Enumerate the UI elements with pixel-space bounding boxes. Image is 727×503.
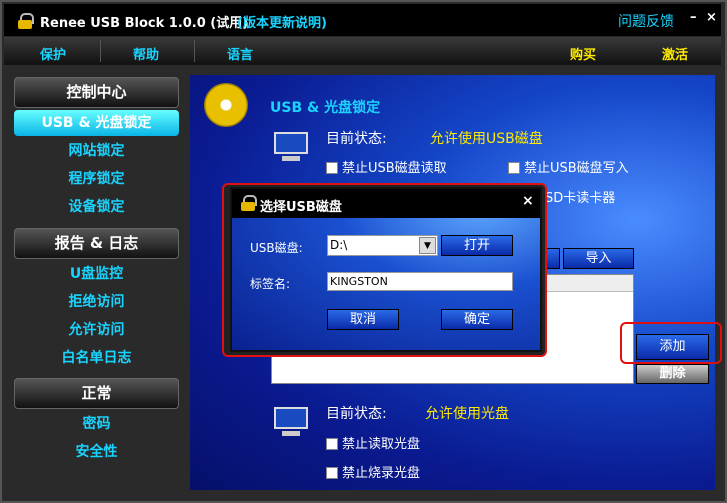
minimize-button[interactable]: – xyxy=(690,10,697,25)
usb-read-option[interactable]: 禁止USB磁盘读取 xyxy=(326,157,447,176)
menu-activate[interactable]: 激活 xyxy=(662,44,688,63)
option-label: 禁止烧录光盘 xyxy=(342,466,421,481)
checkbox[interactable] xyxy=(508,162,520,174)
chevron-down-icon[interactable]: ▼ xyxy=(419,237,436,254)
checkbox[interactable] xyxy=(326,467,338,479)
cd-monitor-icon xyxy=(272,405,312,439)
app-title: Renee USB Block 1.0.0 (试用) xyxy=(40,16,249,31)
menu-protect[interactable]: 保护 xyxy=(40,44,66,63)
usb-monitor-icon xyxy=(272,130,312,164)
sidebar-item-denied-access[interactable]: 拒绝访问 xyxy=(14,289,179,315)
title-bar: Renee USB Block 1.0.0 (试用) (版本更新说明) 问题反馈… xyxy=(4,4,721,36)
usb-disk-select[interactable]: D:\ ▼ xyxy=(327,235,438,256)
close-button[interactable]: × xyxy=(706,10,717,25)
lock-icon xyxy=(241,195,257,211)
update-notes-link[interactable]: (版本更新说明) xyxy=(237,12,327,31)
sidebar-item-device-lock[interactable]: 设备锁定 xyxy=(14,194,179,220)
divider xyxy=(100,40,101,62)
select-value: D:\ xyxy=(330,238,348,252)
option-label: 禁止读取光盘 xyxy=(342,437,421,452)
delete-button[interactable]: 删除 xyxy=(636,364,709,384)
sidebar-header-control: 控制中心 xyxy=(14,77,179,108)
checkbox[interactable] xyxy=(326,162,338,174)
sidebar-item-whitelist-log[interactable]: 白名单日志 xyxy=(14,345,179,371)
usb-status-value: 允许使用USB磁盘 xyxy=(430,131,543,147)
tag-name-input[interactable]: KINGSTON xyxy=(327,272,513,291)
divider xyxy=(194,40,195,62)
option-label: 禁止USB磁盘写入 xyxy=(524,161,629,176)
sidebar-item-usb-cd-lock[interactable]: USB & 光盘锁定 xyxy=(14,110,179,136)
usb-disk-label: USB磁盘: xyxy=(250,241,303,255)
ok-button[interactable]: 确定 xyxy=(441,309,513,330)
menu-bar: 保护 帮助 语言 购买 激活 xyxy=(4,37,721,65)
cd-read-option[interactable]: 禁止读取光盘 xyxy=(326,433,420,452)
sidebar-item-allowed-access[interactable]: 允许访问 xyxy=(14,317,179,343)
usb-disc-lock-icon xyxy=(204,83,248,127)
sidebar-item-usb-monitor[interactable]: U盘监控 xyxy=(14,261,179,287)
section-title: USB & 光盘锁定 xyxy=(270,100,381,116)
feedback-link[interactable]: 问题反馈 xyxy=(618,11,674,31)
sidebar-header-reports: 报告 & 日志 xyxy=(14,228,179,259)
usb-write-option[interactable]: 禁止USB磁盘写入 xyxy=(508,157,629,176)
tag-name-label: 标签名: xyxy=(250,277,291,291)
usb-status-label: 目前状态: xyxy=(326,131,387,147)
option-label: 禁止USB磁盘读取 xyxy=(342,161,447,176)
sidebar-item-password[interactable]: 密码 xyxy=(14,411,179,437)
dialog-close-button[interactable]: × xyxy=(522,193,534,209)
sd-reader-option[interactable]: SD卡读卡器 xyxy=(545,187,615,206)
cd-status-label: 目前状态: xyxy=(326,406,387,422)
sidebar-item-website-lock[interactable]: 网站锁定 xyxy=(14,138,179,164)
menu-help[interactable]: 帮助 xyxy=(133,44,159,63)
sidebar-item-program-lock[interactable]: 程序锁定 xyxy=(14,166,179,192)
sidebar: 控制中心 USB & 光盘锁定 网站锁定 程序锁定 设备锁定 报告 & 日志 U… xyxy=(12,75,179,490)
select-usb-dialog: 选择USB磁盘 × USB磁盘: D:\ ▼ 打开 标签名: KINGSTON … xyxy=(230,187,542,352)
dialog-title-bar: 选择USB磁盘 × xyxy=(232,189,540,218)
menu-buy[interactable]: 购买 xyxy=(570,44,596,63)
open-button[interactable]: 打开 xyxy=(441,235,513,256)
checkbox[interactable] xyxy=(326,438,338,450)
add-button[interactable]: 添加 xyxy=(636,334,709,360)
cancel-button[interactable]: 取消 xyxy=(327,309,399,330)
cd-status-value: 允许使用光盘 xyxy=(425,406,509,422)
import-button[interactable]: 导入 xyxy=(563,248,634,269)
sidebar-header-general: 正常 xyxy=(14,378,179,409)
sidebar-item-security[interactable]: 安全性 xyxy=(14,439,179,465)
lock-icon xyxy=(18,13,34,29)
dialog-title: 选择USB磁盘 xyxy=(260,200,342,215)
menu-language[interactable]: 语言 xyxy=(227,44,253,63)
cd-burn-option[interactable]: 禁止烧录光盘 xyxy=(326,462,420,481)
